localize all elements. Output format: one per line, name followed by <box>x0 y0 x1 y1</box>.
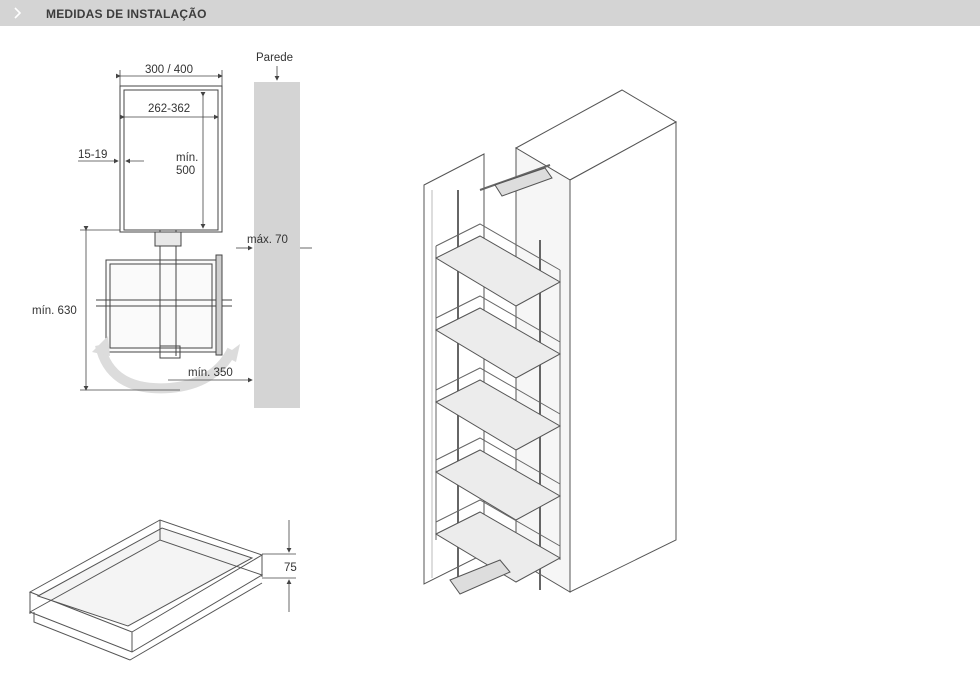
width-outer-label: 300 / 400 <box>145 64 193 76</box>
side-gap-label: 15-19 <box>78 149 108 161</box>
basket-height-label: 75 <box>284 562 297 574</box>
width-inner-label: 262-362 <box>148 103 191 115</box>
basket-drawing <box>28 519 264 661</box>
installation-drawing <box>28 66 678 661</box>
depth-min-label-1: mín. <box>176 152 199 164</box>
wall-label: Parede <box>256 52 294 64</box>
swing-depth-label: mín. 630 <box>32 305 77 317</box>
swing-clearance-label: mín. 350 <box>188 367 233 379</box>
depth-min-label-2: 500 <box>176 165 196 177</box>
wall-gap-max-label: máx. 70 <box>247 234 288 246</box>
cabinet-plan <box>96 85 232 359</box>
